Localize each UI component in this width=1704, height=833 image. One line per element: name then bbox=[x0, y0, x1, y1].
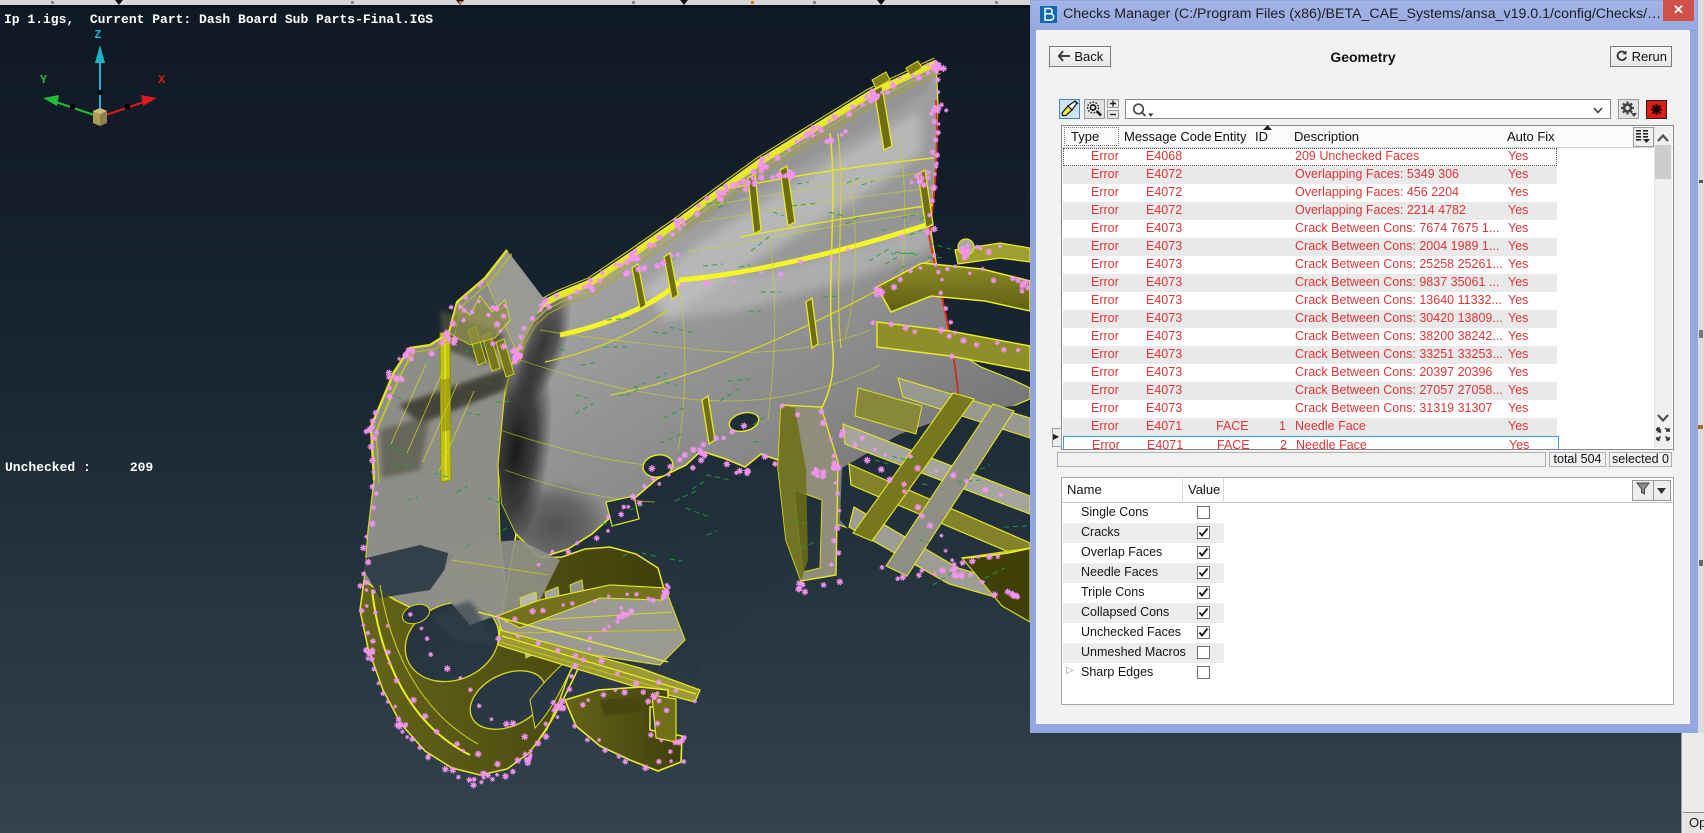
svg-text:X: X bbox=[158, 73, 166, 87]
svg-text:Y: Y bbox=[40, 73, 48, 87]
svg-text:Z: Z bbox=[94, 28, 101, 42]
